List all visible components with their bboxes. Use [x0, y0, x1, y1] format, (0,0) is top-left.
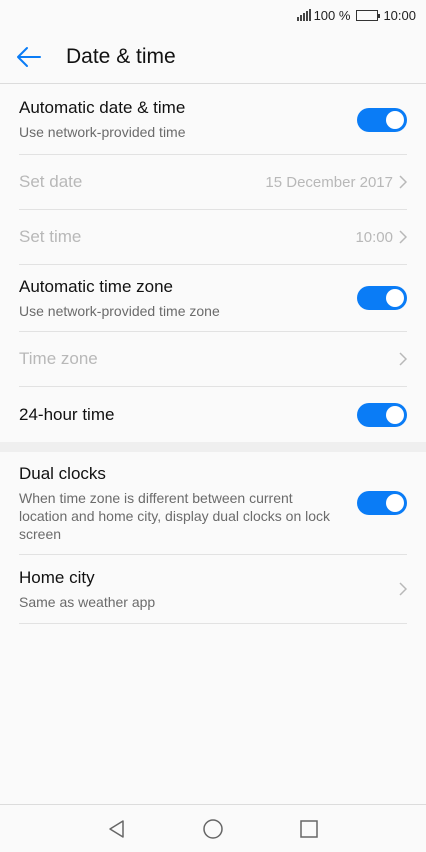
automatic-time-zone-row[interactable]: Automatic time zone Use network-provided… — [19, 265, 407, 332]
set-time-row[interactable]: Set time 10:00 — [19, 210, 407, 265]
automatic-date-time-title: Automatic date & time — [19, 98, 186, 117]
arrow-left-icon — [17, 46, 41, 67]
home-city-subtitle: Same as weather app — [19, 593, 156, 610]
app-bar: Date & time — [0, 30, 426, 84]
signal-icon — [296, 9, 311, 21]
dual-clocks-row[interactable]: Dual clocks When time zone is different … — [19, 452, 407, 555]
triangle-back-icon — [109, 819, 124, 838]
nav-back-button[interactable] — [104, 816, 130, 842]
status-bar: 100 % 10:00 — [0, 0, 426, 30]
set-date-value: 15 December 2017 — [265, 173, 393, 191]
battery-icon — [356, 9, 381, 21]
dual-clocks-title: Dual clocks — [19, 463, 106, 483]
settings-list: Automatic date & time Use network-provid… — [0, 85, 426, 624]
set-date-row[interactable]: Set date 15 December 2017 — [19, 155, 407, 210]
time-zone-title: Time zone — [19, 349, 98, 368]
chevron-right-icon — [399, 582, 407, 596]
page-title: Date & time — [66, 44, 176, 68]
home-city-row[interactable]: Home city Same as weather app — [19, 555, 407, 624]
chevron-right-icon — [399, 230, 407, 244]
battery-percent: 100 % — [313, 7, 351, 23]
square-recents-icon — [300, 819, 318, 838]
status-time: 10:00 — [383, 7, 416, 23]
set-time-value: 10:00 — [355, 228, 393, 246]
hour-24-toggle[interactable] — [357, 402, 407, 427]
section-date-time: Automatic date & time Use network-provid… — [0, 85, 426, 442]
automatic-date-time-toggle[interactable] — [357, 107, 407, 132]
time-zone-row[interactable]: Time zone — [19, 332, 407, 387]
navigation-bar — [0, 804, 426, 852]
section-divider — [0, 442, 426, 452]
set-date-title: Set date — [19, 172, 83, 191]
section-clocks: Dual clocks When time zone is different … — [0, 452, 426, 624]
automatic-time-zone-subtitle: Use network-provided time zone — [19, 302, 220, 319]
automatic-time-zone-title: Automatic time zone — [19, 276, 174, 296]
chevron-right-icon — [399, 175, 407, 189]
dual-clocks-toggle[interactable] — [357, 491, 407, 515]
nav-recents-button[interactable] — [296, 816, 322, 842]
home-city-title: Home city — [19, 567, 95, 587]
nav-home-button[interactable] — [200, 816, 226, 842]
settings-screen: 100 % 10:00 Date & time Automatic date &… — [0, 0, 426, 852]
circle-home-icon — [203, 818, 223, 839]
hour-24-title: 24-hour time — [19, 404, 115, 424]
set-time-title: Set time — [19, 227, 82, 246]
hour-24-row[interactable]: 24-hour time — [19, 387, 407, 442]
back-button[interactable] — [16, 30, 66, 84]
automatic-date-time-subtitle: Use network-provided time — [19, 124, 186, 140]
automatic-time-zone-toggle[interactable] — [357, 286, 407, 310]
dual-clocks-subtitle: When time zone is different between curr… — [19, 489, 331, 542]
automatic-date-time-row[interactable]: Automatic date & time Use network-provid… — [19, 85, 407, 155]
chevron-right-icon — [399, 352, 407, 366]
